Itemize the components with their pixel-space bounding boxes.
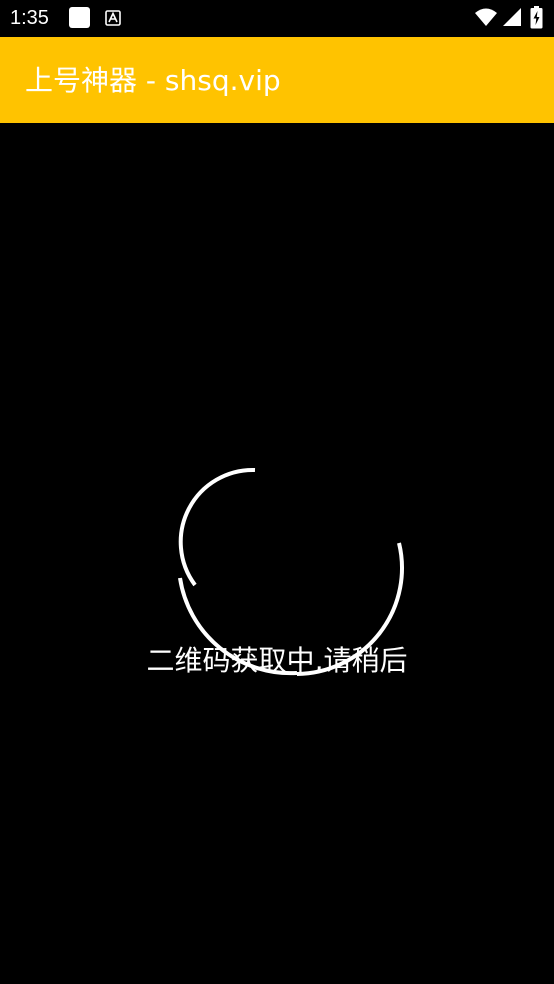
square-app-icon: [69, 7, 90, 28]
loading-message: 二维码获取中,请稍后: [146, 644, 408, 677]
a-letter-icon: [105, 10, 121, 26]
status-bar: 1:35: [0, 0, 554, 37]
wifi-icon: [475, 8, 497, 26]
battery-charging-icon: [530, 6, 543, 29]
status-time: 1:35: [10, 7, 49, 29]
app-title: 上号神器 - shsq.vip: [25, 64, 281, 97]
app-bar: 上号神器 - shsq.vip: [0, 37, 554, 123]
cell-signal-icon: [503, 8, 521, 26]
